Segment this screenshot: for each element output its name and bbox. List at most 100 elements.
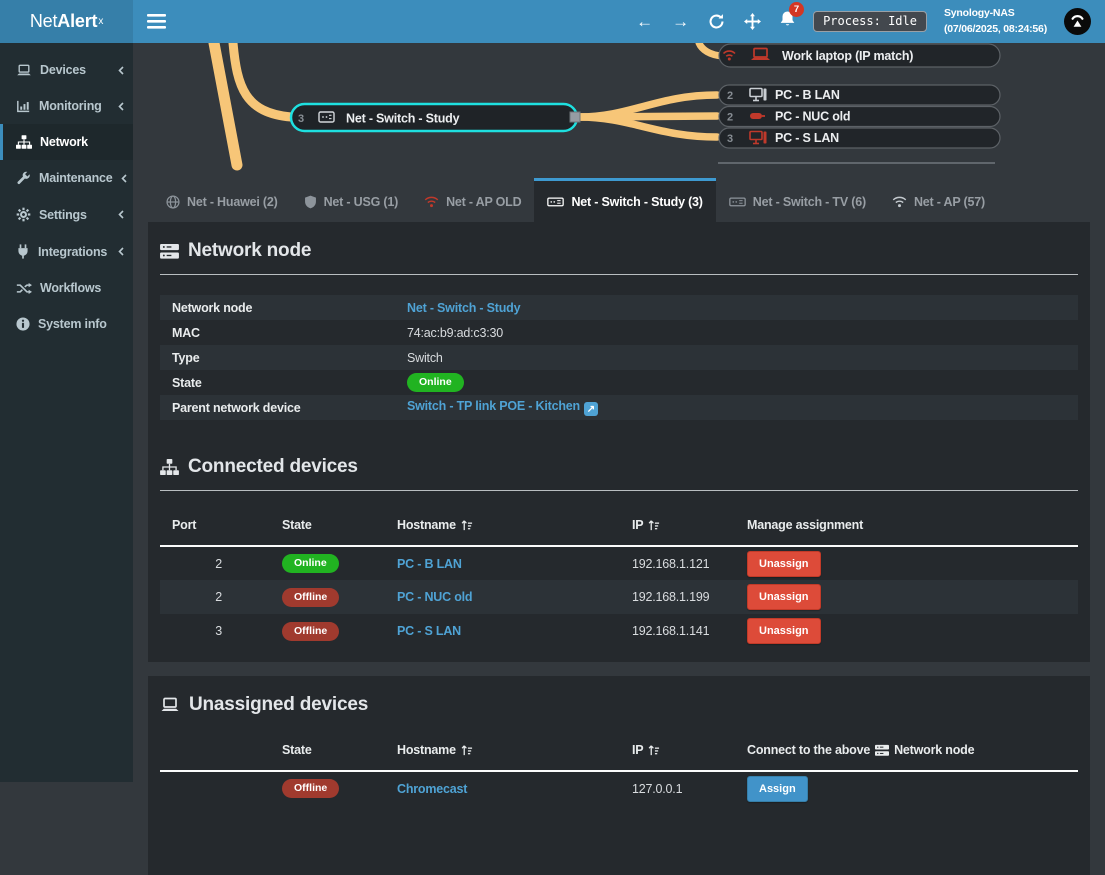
column-header-text: Hostname (397, 743, 456, 757)
port-cell: 2 (160, 546, 270, 580)
network-topology-diagram: 3 Net - Switch - Study (133, 43, 1105, 178)
column-header-state: State (270, 505, 385, 546)
wrench-icon (16, 171, 31, 185)
host-timestamp: (07/06/2025, 08:24:56) (944, 22, 1047, 38)
hostname-link[interactable]: PC - NUC old (397, 590, 472, 604)
network-node-link[interactable]: Net - Switch - Study (407, 301, 520, 315)
sidebar-item-settings[interactable]: Settings (0, 196, 133, 233)
node-connector-handle[interactable] (570, 112, 580, 122)
hostname-link[interactable]: PC - S LAN (397, 624, 461, 638)
move-icon[interactable] (743, 12, 762, 31)
column-header-hostname[interactable]: Hostname (385, 730, 620, 771)
sidebar-toggle-button[interactable] (147, 0, 181, 43)
process-status-pill: Process: Idle (813, 11, 927, 32)
column-header-ip[interactable]: IP (620, 505, 735, 546)
sidebar-item-monitoring[interactable]: Monitoring (0, 88, 133, 124)
table-row: 2 Online PC - B LAN 192.168.1.121 Unassi… (160, 546, 1078, 580)
ip-cell: 192.168.1.121 (620, 546, 735, 580)
sidebar-item-label: Devices (40, 63, 86, 77)
column-header-hostname[interactable]: Hostname (385, 505, 620, 546)
chevron-left-icon (118, 210, 124, 219)
node-label: PC - S LAN (775, 131, 839, 145)
forward-arrow-icon[interactable]: → (671, 12, 690, 31)
assign-button[interactable]: Assign (747, 776, 808, 802)
shuffle-icon (16, 282, 32, 295)
tab-net-ap[interactable]: Net - AP (57) (879, 178, 998, 222)
sidebar-item-label: Monitoring (39, 99, 102, 113)
sidebar-item-label: Maintenance (39, 171, 113, 185)
sidebar-item-label: System info (38, 317, 107, 331)
port-count-badge: 2 (727, 112, 733, 124)
top-navbar: ← → 7 Process: Idl (133, 0, 1105, 43)
port-count-badge: 3 (298, 113, 304, 125)
table-row: 2 Offline PC - NUC old 192.168.1.199 Una… (160, 580, 1078, 614)
globe-icon (166, 195, 180, 209)
sitemap-icon (16, 135, 32, 149)
switch-icon (729, 195, 746, 208)
host-name: Synology-NAS (944, 6, 1047, 22)
network-node-panel: Network node Network node Net - Switch -… (148, 222, 1090, 662)
unassign-button[interactable]: Unassign (747, 618, 821, 644)
refresh-icon[interactable] (707, 12, 726, 31)
hamburger-icon (147, 14, 166, 29)
tab-net-ap-old[interactable]: Net - AP OLD (411, 178, 534, 222)
hostname-link[interactable]: PC - B LAN (397, 557, 462, 571)
parent-device-link[interactable]: Switch - TP link POE - Kitchen↗ (407, 399, 598, 413)
column-header-ip[interactable]: IP (620, 730, 735, 771)
table-header-row: State Hostname IP Connect to the aboveNe… (160, 730, 1078, 771)
chart-icon (16, 100, 31, 113)
info-label: State (160, 370, 395, 395)
node-label: PC - NUC old (775, 110, 850, 124)
section-divider (160, 490, 1078, 491)
node-pc-b-lan[interactable]: 2 PC - B LAN (719, 85, 1000, 105)
unassign-button[interactable]: Unassign (747, 584, 821, 610)
user-avatar[interactable] (1064, 8, 1091, 35)
info-row: Parent network device Switch - TP link P… (160, 395, 1078, 420)
sidebar-item-integrations[interactable]: Integrations (0, 233, 133, 270)
ip-cell: 127.0.0.1 (620, 771, 735, 805)
sitemap-icon (160, 459, 179, 475)
unassign-button[interactable]: Unassign (747, 551, 821, 577)
app-logo[interactable]: NetAlertx (0, 0, 133, 43)
laptop-icon (16, 64, 32, 77)
notifications-button[interactable]: 7 (779, 10, 796, 33)
column-header-text: IP (632, 743, 643, 757)
network-node-tabs: Net - Huawei (2) Net - USG (1) Net - AP … (133, 178, 1105, 222)
node-pc-nuc-old[interactable]: 2 PC - NUC old (719, 107, 1000, 127)
sidebar-item-label: Integrations (38, 245, 107, 259)
node-label: PC - B LAN (775, 88, 840, 102)
sidebar-item-workflows[interactable]: Workflows (0, 270, 133, 306)
info-label: Type (160, 345, 395, 370)
info-row: State Online (160, 370, 1078, 395)
external-link-icon: ↗ (584, 402, 598, 416)
hostname-link[interactable]: Chromecast (397, 782, 467, 796)
section-title-text: Connected devices (188, 456, 358, 478)
sidebar-item-system-info[interactable]: System info (0, 306, 133, 342)
shield-icon (304, 195, 317, 209)
node-net-switch-study[interactable]: 3 Net - Switch - Study (291, 104, 580, 131)
column-header-empty (160, 730, 270, 771)
info-row: Network node Net - Switch - Study (160, 295, 1078, 320)
sidebar-item-devices[interactable]: Devices (0, 52, 133, 88)
info-row: MAC 74:ac:b9:ad:c3:30 (160, 320, 1078, 345)
tab-net-huawei[interactable]: Net - Huawei (2) (153, 178, 291, 222)
tab-net-usg[interactable]: Net - USG (1) (291, 178, 412, 222)
chevron-left-icon (118, 247, 124, 256)
ip-cell: 192.168.1.141 (620, 614, 735, 648)
sidebar-item-label: Network (40, 135, 88, 149)
sort-icon (648, 744, 660, 756)
back-arrow-icon[interactable]: ← (635, 12, 654, 31)
unassigned-devices-table: State Hostname IP Connect to the aboveNe… (160, 730, 1078, 805)
sidebar-item-maintenance[interactable]: Maintenance (0, 160, 133, 196)
tab-net-switch-study[interactable]: Net - Switch - Study (3) (534, 178, 715, 222)
node-work-laptop[interactable]: Work laptop (IP match) (719, 44, 1000, 67)
status-badge: Online (282, 554, 339, 573)
user-avatar-icon (1067, 11, 1088, 32)
server-icon (875, 744, 889, 757)
tab-net-switch-tv[interactable]: Net - Switch - TV (6) (716, 178, 879, 222)
column-header-text: Network node (894, 743, 974, 757)
node-pc-s-lan[interactable]: 3 PC - S LAN (719, 128, 1000, 148)
sidebar: Devices Monitoring Network Maintenance S… (0, 43, 133, 782)
sidebar-item-network[interactable]: Network (0, 124, 133, 160)
sidebar-item-label: Workflows (40, 281, 101, 295)
